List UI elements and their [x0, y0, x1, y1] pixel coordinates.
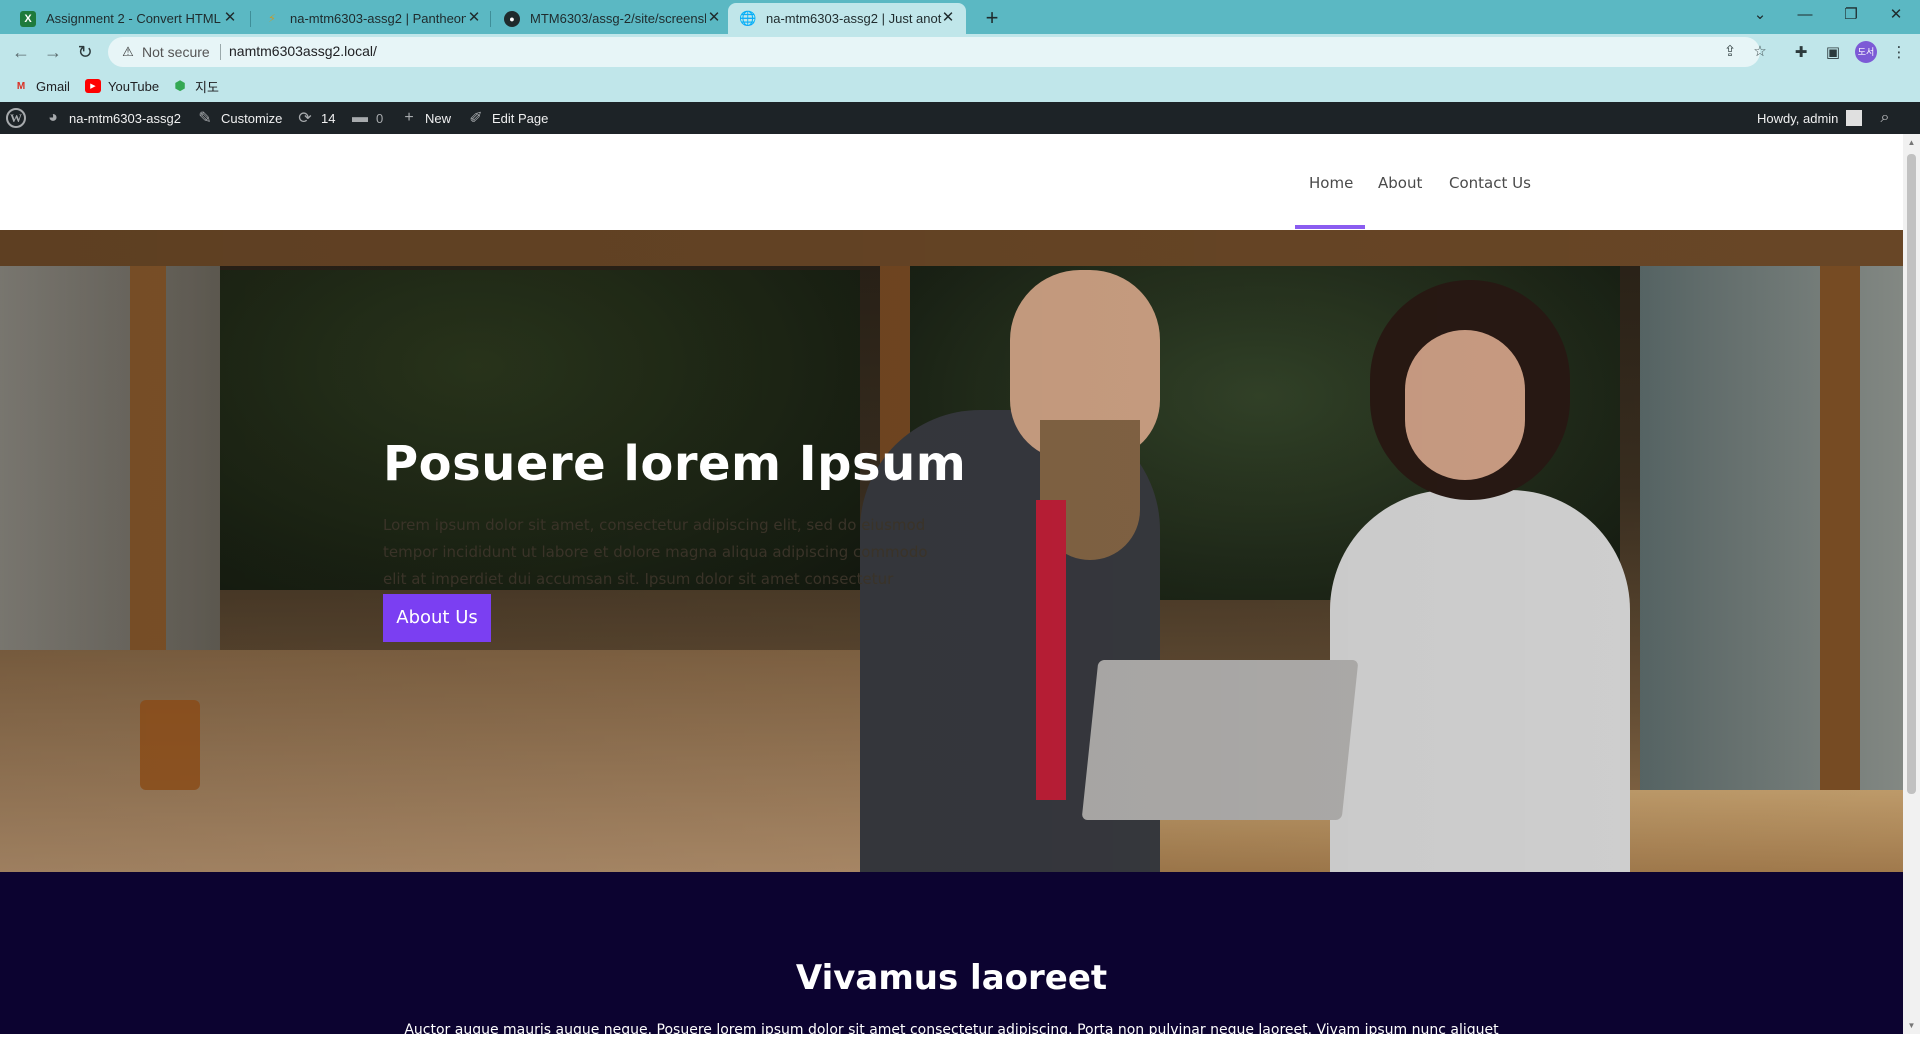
gmail-icon: M — [16, 80, 26, 92]
tab-title: na-mtm6303-assg2 | Just anoth — [766, 11, 942, 26]
admin-avatar — [1846, 110, 1863, 126]
bookmark-gmail[interactable]: M Gmail — [13, 76, 70, 96]
extensions-icon[interactable]: ✚ — [1790, 42, 1812, 64]
comment-icon: ▬ — [352, 109, 368, 126]
about-us-button[interactable]: About Us — [383, 594, 491, 642]
adminbar-site-name[interactable]: ◕ na-mtm6303-assg2 — [44, 102, 181, 134]
tab-title: na-mtm6303-assg2 | Pantheon — [290, 11, 466, 26]
site-header: Home About Contact Us — [0, 134, 1903, 230]
intro-section: Vivamus laoreet Auctor augue mauris augu… — [0, 872, 1903, 1038]
tab-separator — [490, 11, 491, 27]
spreadsheet-icon: X — [20, 10, 36, 27]
pantheon-icon: ⚡ — [268, 13, 276, 25]
tab-separator — [250, 11, 251, 27]
adminbar-account[interactable]: Howdy, admin — [1757, 102, 1863, 134]
nav-home[interactable]: Home — [1309, 174, 1353, 192]
close-tab-icon[interactable]: ✕ — [940, 10, 956, 26]
scroll-thumb[interactable] — [1907, 154, 1916, 794]
bookmarks-bar: M Gmail ▶ YouTube ⬢ 지도 — [0, 70, 1920, 102]
scroll-down-arrow[interactable]: ▼ — [1903, 1017, 1920, 1034]
menu-icon[interactable]: ⋮ — [1888, 42, 1910, 64]
browser-toolbar: ← → ↻ ⚠ Not secure namtm6303assg2.local/… — [0, 34, 1920, 70]
section-text: Auctor augue mauris augue neque. Posuere… — [404, 1022, 1499, 1038]
close-tab-icon[interactable]: ✕ — [466, 10, 482, 26]
browser-tab-pantheon[interactable]: ⚡ na-mtm6303-assg2 | Pantheon ✕ — [252, 3, 492, 34]
globe-icon: 🌐 — [739, 10, 757, 26]
site-name-label: na-mtm6303-assg2 — [69, 110, 181, 126]
new-tab-button[interactable]: + — [978, 5, 1006, 33]
side-panel-icon[interactable]: ▣ — [1822, 42, 1844, 64]
github-icon: ● — [504, 10, 520, 27]
wp-admin-bar: W ◕ na-mtm6303-assg2 ✎ Customize ⟳ 14 ▬ … — [0, 102, 1920, 134]
adminbar-new[interactable]: + New — [400, 102, 451, 134]
reload-button[interactable]: ↻ — [73, 40, 97, 64]
bookmark-youtube[interactable]: ▶ YouTube — [85, 76, 159, 96]
scroll-up-arrow[interactable]: ▲ — [1903, 134, 1920, 151]
adminbar-edit-page[interactable]: ✐ Edit Page — [467, 102, 548, 134]
active-nav-indicator — [1295, 225, 1365, 229]
tab-title: MTM6303/assg-2/site/screensho — [530, 11, 706, 26]
hero-overlay — [0, 230, 1903, 872]
security-label[interactable]: Not secure — [142, 44, 210, 60]
bookmark-maps[interactable]: ⬢ 지도 — [172, 76, 219, 96]
maps-icon: ⬢ — [174, 78, 186, 93]
page-scrollbar[interactable]: ▲ ▼ — [1903, 134, 1920, 1034]
bookmark-star-icon[interactable]: ☆ — [1750, 42, 1770, 62]
omnibox-divider — [220, 44, 221, 60]
adminbar-customize[interactable]: ✎ Customize — [196, 102, 282, 134]
search-icon: ⌕ — [1880, 109, 1890, 126]
restore-button[interactable]: ❐ — [1836, 4, 1866, 26]
browser-tab-active[interactable]: 🌐 na-mtm6303-assg2 | Just anoth ✕ — [728, 3, 966, 34]
share-icon[interactable]: ⇪ — [1720, 42, 1740, 62]
profile-avatar[interactable]: 도서 — [1855, 41, 1877, 63]
adminbar-search[interactable]: ⌕ — [1876, 102, 1901, 134]
warning-icon[interactable]: ⚠ — [120, 44, 136, 60]
back-button[interactable]: ← — [9, 40, 33, 64]
adminbar-updates[interactable]: ⟳ 14 — [296, 102, 335, 134]
section-title: Vivamus laoreet — [795, 958, 1108, 998]
bookmark-label: 지도 — [195, 79, 219, 95]
bookmark-label: Gmail — [36, 78, 70, 94]
close-window-button[interactable]: ✕ — [1881, 4, 1911, 26]
updates-count: 14 — [321, 110, 336, 126]
customize-label: Customize — [221, 110, 283, 126]
nav-contact-us[interactable]: Contact Us — [1449, 174, 1531, 192]
bookmark-label: YouTube — [108, 78, 160, 94]
edit-page-label: Edit Page — [492, 110, 549, 126]
brush-icon: ✎ — [198, 110, 212, 127]
comments-count: 0 — [376, 110, 384, 126]
hero-banner: Posuere lorem Ipsum Lorem ipsum dolor si… — [0, 230, 1903, 872]
url-text[interactable]: namtm6303assg2.local/ — [229, 43, 377, 59]
browser-tab-strip: X Assignment 2 - Convert HTML ✕ ⚡ na-mtm… — [0, 0, 1920, 34]
close-tab-icon[interactable]: ✕ — [222, 10, 238, 26]
address-bar[interactable]: ⚠ Not secure namtm6303assg2.local/ ⇪ ☆ — [108, 37, 1767, 67]
tab-search-icon[interactable]: ⌄ — [1745, 4, 1775, 26]
adminbar-comments[interactable]: ▬ 0 — [351, 102, 383, 134]
browser-tab-github[interactable]: ● MTM6303/assg-2/site/screensho ✕ — [492, 3, 732, 34]
new-label: New — [425, 110, 452, 126]
youtube-icon: ▶ — [85, 79, 101, 93]
updates-icon: ⟳ — [298, 110, 312, 127]
pencil-icon: ✐ — [469, 110, 483, 127]
wordpress-logo-icon[interactable]: W — [6, 108, 26, 128]
plus-icon: + — [404, 109, 414, 126]
tab-title: Assignment 2 - Convert HTML — [46, 11, 221, 26]
close-tab-icon[interactable]: ✕ — [706, 10, 722, 26]
hero-title: Posuere lorem Ipsum — [383, 436, 967, 492]
dashboard-icon: ◕ — [48, 109, 58, 126]
minimize-button[interactable]: — — [1790, 4, 1820, 26]
howdy-label: Howdy, admin — [1757, 110, 1839, 126]
browser-tab-assignment[interactable]: X Assignment 2 - Convert HTML ✕ — [8, 3, 248, 34]
forward-button[interactable]: → — [41, 40, 65, 64]
nav-about[interactable]: About — [1378, 174, 1422, 192]
